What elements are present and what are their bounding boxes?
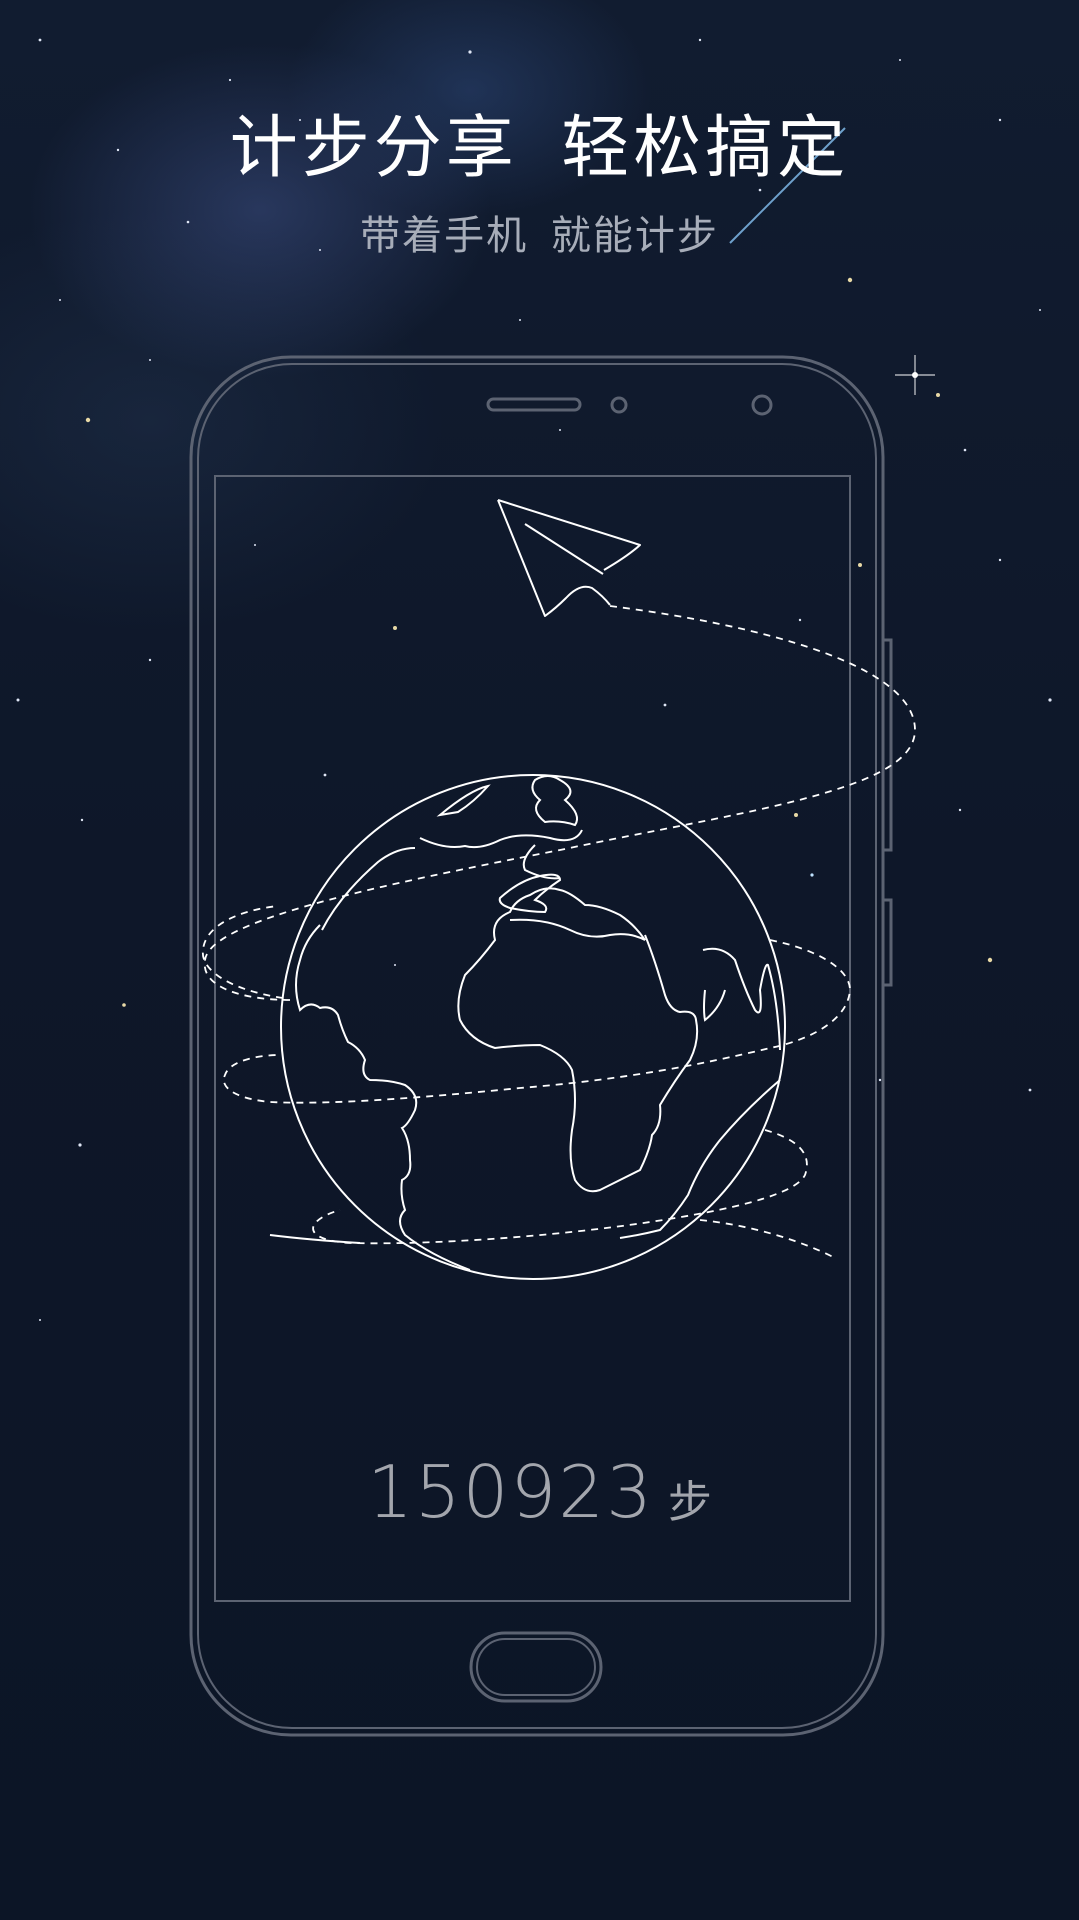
headline: 计步分享 轻松搞定: [229, 109, 850, 188]
subheadline: 带着手机 就能计步: [360, 213, 719, 259]
step-count-value: 150923: [367, 1450, 654, 1534]
background-scene: [16, 38, 1052, 1737]
splash-screen: 计步分享 轻松搞定 带着手机 就能计步 150923 步: [0, 0, 1079, 1920]
globe-icon: [269, 774, 786, 1280]
step-count-unit: 步: [667, 1477, 712, 1528]
paper-plane-icon: [497, 499, 641, 617]
step-counter: 150923 步: [0, 1450, 1079, 1534]
flight-path: [203, 605, 916, 1001]
bright-star: [895, 355, 935, 395]
